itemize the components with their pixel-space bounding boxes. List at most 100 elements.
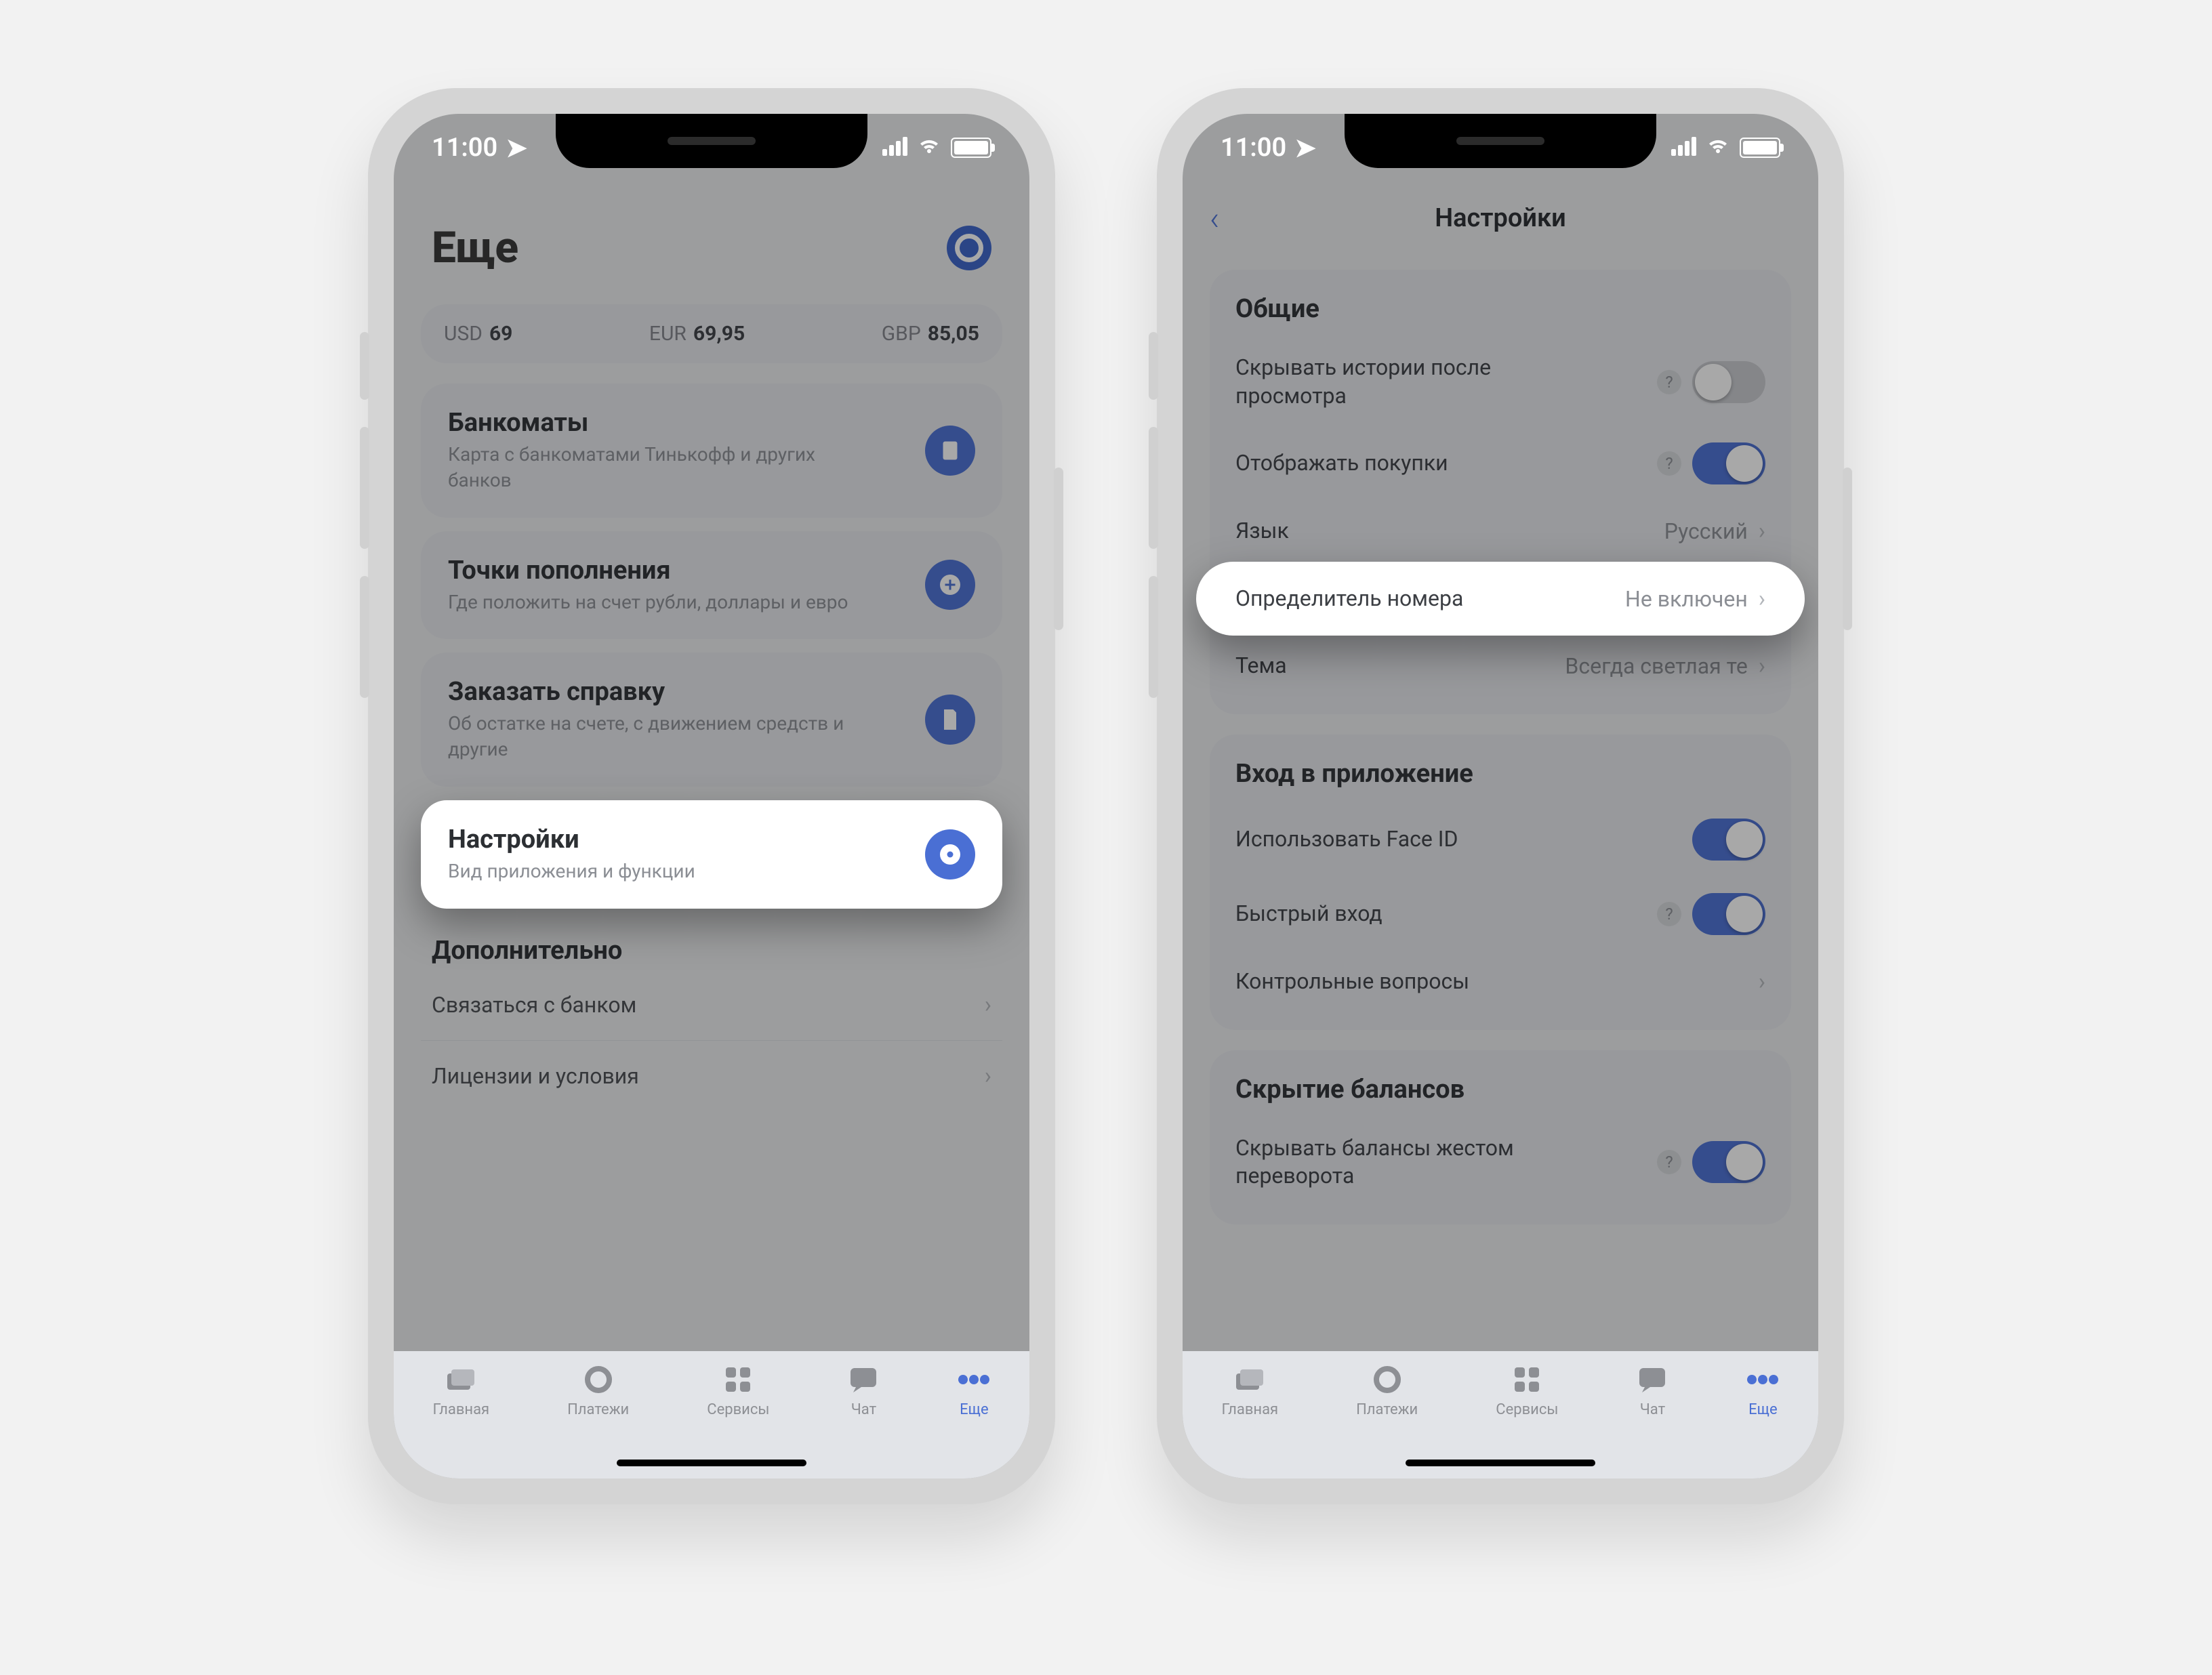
stage: Еще USD69 EUR69,95 GBP85,05 Банкоматы Ка… [0,0,2212,1675]
tab-services[interactable]: Сервисы [707,1363,769,1418]
row-value: Русский [1664,518,1748,544]
row-control-questions[interactable]: Контрольные вопросы › [1210,951,1791,1012]
back-button[interactable]: ‹ [1210,199,1219,238]
card-settings[interactable]: Настройки Вид приложения и функции [421,800,1002,909]
chevron-right-icon: › [1759,653,1765,680]
toggle-faceid[interactable] [1692,819,1765,861]
row-faceid[interactable]: Использовать Face ID [1210,802,1791,877]
row-label: Тема [1235,652,1287,680]
phone-mockup-more: Еще USD69 EUR69,95 GBP85,05 Банкоматы Ка… [368,88,1055,1504]
notch [556,114,867,168]
row-contact-bank[interactable]: Связаться с банком › [421,970,1002,1041]
plus-circle-icon [925,560,975,610]
row-quick-login[interactable]: Быстрый вход ? [1210,877,1791,951]
currency-rates[interactable]: USD69 EUR69,95 GBP85,05 [421,304,1002,363]
battery-icon [951,138,991,158]
group-title: Вход в приложение [1210,752,1791,802]
tab-label: Сервисы [707,1401,769,1418]
help-icon[interactable]: ? [1657,1150,1681,1174]
group-title: Общие [1210,287,1791,337]
help-icon[interactable]: ? [1657,370,1681,394]
row-label: Контрольные вопросы [1235,968,1469,996]
screen-more: Еще USD69 EUR69,95 GBP85,05 Банкоматы Ка… [394,114,1029,1478]
dots-icon [1746,1363,1779,1396]
group-balance: Скрытие балансов Скрывать балансы жестом… [1210,1050,1791,1224]
tab-label: Платежи [1356,1401,1418,1418]
row-label: Язык [1235,517,1289,545]
row-label: Лицензии и условия [432,1063,639,1089]
card-subtitle: Карта с банкоматами Тинькофф и других ба… [448,442,868,493]
help-icon[interactable]: ? [1657,902,1681,926]
group-title: Скрытие балансов [1210,1068,1791,1118]
row-language[interactable]: Язык Русский› [1210,501,1791,562]
card-atms[interactable]: Банкоматы Карта с банкоматами Тинькофф и… [421,384,1002,518]
row-hide-balances[interactable]: Скрывать балансы жестом переворота ? [1210,1118,1791,1207]
help-icon[interactable]: ? [1657,451,1681,476]
row-label: Быстрый вход [1235,900,1382,928]
tab-more[interactable]: Еще [1746,1363,1779,1418]
row-label: Использовать Face ID [1235,825,1458,854]
gear-icon [925,829,975,880]
signal-icon [1669,137,1696,159]
tab-chat[interactable]: Чат [1636,1363,1668,1418]
location-icon: ➤ [1294,133,1316,163]
row-label: Скрывать балансы жестом переворота [1235,1134,1588,1191]
tab-label: Главная [432,1401,489,1418]
tab-chat[interactable]: Чат [847,1363,880,1418]
row-label: Скрывать истории после просмотра [1235,354,1588,410]
section-title-extra: Дополнительно [432,936,991,966]
toggle-hide-balances[interactable] [1692,1141,1765,1183]
rate-value: 69,95 [693,322,745,346]
status-time: 11:00 [432,133,497,163]
circle-icon [1371,1363,1404,1396]
tab-payments[interactable]: Платежи [1356,1363,1418,1418]
chat-icon [1636,1363,1668,1396]
grid-icon [722,1363,754,1396]
chevron-right-icon: › [1759,585,1765,613]
screen-settings: ‹ Настройки Общие Скрывать истории после… [1183,114,1818,1478]
row-value: Всегда светлая те [1565,653,1747,679]
tab-home[interactable]: Главная [1221,1363,1278,1418]
row-label: Связаться с банком [432,992,636,1018]
wifi-icon [917,137,941,159]
row-hide-stories[interactable]: Скрывать истории после просмотра ? [1210,337,1791,426]
chevron-right-icon: › [985,991,991,1018]
row-label: Определитель номера [1235,585,1463,613]
battery-icon [1740,138,1780,158]
tab-home[interactable]: Главная [432,1363,489,1418]
tab-services[interactable]: Сервисы [1496,1363,1558,1418]
tab-label: Платежи [567,1401,629,1418]
card-subtitle: Вид приложения и функции [448,859,695,884]
card-title: Банкоматы [448,408,868,438]
notch [1345,114,1656,168]
circle-icon [582,1363,615,1396]
phone-mockup-settings: ‹ Настройки Общие Скрывать истории после… [1157,88,1844,1504]
row-caller-id[interactable]: Определитель номера Не включен› [1196,562,1805,636]
row-show-purchases[interactable]: Отображать покупки ? [1210,426,1791,501]
rate-code: USD [444,322,483,346]
row-label: Отображать покупки [1235,449,1448,478]
home-indicator[interactable] [1406,1460,1595,1466]
card-topup[interactable]: Точки пополнения Где положить на счет ру… [421,531,1002,640]
tab-more[interactable]: Еще [958,1363,990,1418]
toggle-quick-login[interactable] [1692,893,1765,935]
tab-label: Чат [851,1401,876,1418]
card-stack-icon [445,1363,477,1396]
nav-title: Настройки [1435,203,1566,233]
toggle-show-purchases[interactable] [1692,442,1765,484]
rate-code: GBP [882,322,921,346]
row-licenses[interactable]: Лицензии и условия › [421,1041,1002,1111]
avatar-button[interactable] [947,226,991,270]
card-certificate[interactable]: Заказать справку Об остатке на счете, с … [421,653,1002,787]
chevron-right-icon: › [985,1062,991,1090]
wifi-icon [1706,137,1730,159]
toggle-hide-stories[interactable] [1692,361,1765,403]
tab-payments[interactable]: Платежи [567,1363,629,1418]
page-title: Еще [432,222,518,273]
row-theme[interactable]: Тема Всегда светлая те › [1210,636,1791,697]
tab-label: Чат [1640,1401,1665,1418]
rate-value: 69 [489,322,512,346]
card-stack-icon [1233,1363,1266,1396]
home-indicator[interactable] [617,1460,806,1466]
grid-icon [1511,1363,1543,1396]
